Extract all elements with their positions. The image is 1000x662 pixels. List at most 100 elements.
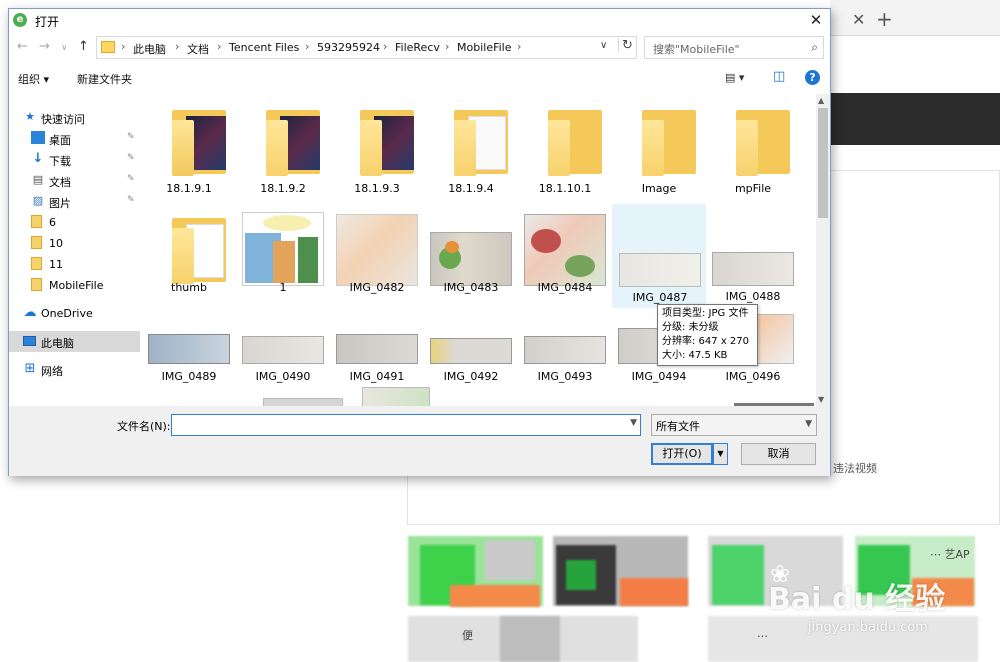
image-item[interactable]: IMG_0492 bbox=[424, 314, 518, 406]
scroll-up-icon[interactable]: ▲ bbox=[818, 96, 824, 105]
open-button[interactable]: 打开(O) bbox=[651, 443, 713, 465]
nav-item-label: 图片 bbox=[49, 197, 71, 210]
download-icon: ↓ bbox=[32, 151, 44, 166]
image-item[interactable]: IMG_0489 bbox=[142, 314, 236, 406]
nav-item-label: 11 bbox=[49, 258, 63, 271]
video-title-snippet-3: ⋯ 艺AP bbox=[930, 548, 970, 561]
tooltip-type: 项目类型: JPG 文件 bbox=[662, 308, 749, 319]
change-view-icon[interactable]: ▤ ▾ bbox=[725, 71, 744, 84]
partial-thumbnail bbox=[362, 387, 430, 406]
scrollbar-thumb[interactable] bbox=[818, 108, 828, 218]
nav-item-downloads[interactable]: ↓ 下载 ✎ bbox=[9, 149, 140, 170]
folder-icon bbox=[101, 41, 115, 53]
partial-thumbnail bbox=[263, 398, 343, 406]
star-icon: ★ bbox=[25, 110, 35, 123]
folder-item[interactable]: thumb bbox=[142, 212, 236, 312]
back-arrow-icon[interactable]: ← bbox=[17, 39, 28, 54]
address-dropdown-icon[interactable]: ∨ bbox=[600, 40, 607, 51]
network-icon: ⊞ bbox=[24, 361, 36, 376]
navigation-row: ← → ∨ ↑ › 此电脑 › 文档 › Tencent Files › 593… bbox=[9, 36, 830, 60]
nav-item-label: 6 bbox=[49, 216, 56, 229]
image-item[interactable]: IMG_0493 bbox=[518, 314, 612, 406]
nav-item-quick-access[interactable]: ★ 快速访问 bbox=[9, 107, 140, 128]
image-item[interactable]: IMG_0488 bbox=[706, 212, 800, 312]
file-type-value: 所有文件 bbox=[656, 420, 700, 433]
breadcrumb-separator: › bbox=[517, 40, 522, 53]
filename-input[interactable]: ▼ bbox=[171, 414, 641, 436]
breadcrumb-this-pc[interactable]: 此电脑 bbox=[133, 41, 166, 57]
image-item[interactable]: IMG_0487 bbox=[612, 204, 706, 308]
tab-close-icon[interactable]: ✕ bbox=[852, 10, 865, 29]
up-arrow-icon[interactable]: ↑ bbox=[78, 39, 89, 54]
breadcrumb-separator: › bbox=[445, 40, 450, 53]
pin-icon: ✎ bbox=[127, 174, 135, 184]
refresh-icon[interactable]: ↻ bbox=[618, 38, 636, 53]
open-options-dropdown[interactable]: ▼ bbox=[713, 443, 728, 465]
new-folder-button[interactable]: 新建文件夹 bbox=[77, 71, 132, 87]
nav-item-folder-10[interactable]: 10 bbox=[9, 233, 140, 254]
open-file-dialog: e 打开 ✕ ← → ∨ ↑ › 此电脑 › 文档 › Tencent File… bbox=[8, 8, 831, 476]
nav-item-desktop[interactable]: 桌面 ✎ bbox=[9, 128, 140, 149]
nav-item-label: 网络 bbox=[41, 365, 63, 378]
breadcrumb-qq-number[interactable]: 593295924 bbox=[317, 41, 380, 54]
nav-item-folder-11[interactable]: 11 bbox=[9, 254, 140, 275]
nav-item-label: 下载 bbox=[49, 155, 71, 168]
nav-item-label: MobileFile bbox=[49, 279, 104, 292]
folder-item[interactable]: 18.1.9.1 bbox=[142, 104, 236, 204]
nav-item-mobilefile[interactable]: MobileFile bbox=[9, 275, 140, 296]
help-icon[interactable]: ? bbox=[805, 70, 820, 85]
address-bar[interactable]: › 此电脑 › 文档 › Tencent Files › 593295924 ›… bbox=[96, 36, 637, 59]
report-link[interactable]: 违法视频 bbox=[833, 460, 877, 476]
pin-icon: ✎ bbox=[127, 132, 135, 142]
forward-arrow-icon[interactable]: → bbox=[39, 39, 50, 54]
search-icon[interactable]: ⌕ bbox=[811, 40, 818, 55]
nav-item-label: OneDrive bbox=[41, 307, 93, 320]
cancel-button[interactable]: 取消 bbox=[741, 443, 816, 465]
scroll-down-icon[interactable]: ▼ bbox=[818, 395, 824, 404]
nav-item-network[interactable]: ⊞ 网络 bbox=[9, 359, 140, 380]
breadcrumb-filerecv[interactable]: FileRecv bbox=[395, 41, 440, 54]
image-item[interactable]: 1 bbox=[236, 212, 330, 312]
filename-dropdown-icon[interactable]: ▼ bbox=[630, 418, 637, 428]
search-input[interactable]: 搜索"MobileFile" ⌕ bbox=[644, 36, 824, 59]
nav-item-label: 10 bbox=[49, 237, 63, 250]
breadcrumb-separator: › bbox=[217, 40, 222, 53]
file-list-scrollbar[interactable]: ▲ ▼ bbox=[816, 94, 830, 406]
preview-pane-icon[interactable]: ◫ bbox=[773, 69, 785, 84]
folder-item[interactable]: 18.1.9.2 bbox=[236, 104, 330, 204]
nav-item-documents[interactable]: ▤ 文档 ✎ bbox=[9, 170, 140, 191]
breadcrumb-documents[interactable]: 文档 bbox=[187, 41, 209, 57]
browser-app-icon: e bbox=[13, 13, 27, 27]
chevron-down-icon: ▼ bbox=[805, 419, 812, 429]
breadcrumb-tencent-files[interactable]: Tencent Files bbox=[229, 41, 299, 54]
new-tab-button[interactable]: + bbox=[876, 7, 893, 31]
nav-item-this-pc[interactable]: 此电脑 bbox=[9, 331, 140, 352]
nav-item-folder-6[interactable]: 6 bbox=[9, 212, 140, 233]
nav-item-onedrive[interactable]: ☁ OneDrive bbox=[9, 303, 140, 324]
recent-locations-icon[interactable]: ∨ bbox=[61, 43, 68, 53]
image-item[interactable]: IMG_0483 bbox=[424, 212, 518, 312]
command-bar: 组织 ▾ 新建文件夹 ▤ ▾ ◫ ? bbox=[9, 65, 830, 91]
video-title-snippet: 便 bbox=[462, 629, 473, 642]
breadcrumb-mobilefile[interactable]: MobileFile bbox=[457, 41, 512, 54]
folder-item[interactable]: mpFile bbox=[706, 104, 800, 204]
image-item[interactable]: IMG_0484 bbox=[518, 212, 612, 312]
organize-menu-button[interactable]: 组织 ▾ bbox=[18, 71, 49, 87]
folder-icon bbox=[31, 257, 42, 270]
nav-item-pictures[interactable]: ▨ 图片 ✎ bbox=[9, 191, 140, 212]
folder-item[interactable]: 18.1.9.4 bbox=[424, 104, 518, 204]
file-type-select[interactable]: 所有文件 ▼ bbox=[651, 414, 817, 436]
tooltip-size: 大小: 47.5 KB bbox=[662, 350, 728, 361]
folder-item[interactable]: 18.1.10.1 bbox=[518, 104, 612, 204]
file-list: 18.1.9.1 18.1.9.2 18.1.9.3 18.1.9.4 18.1… bbox=[142, 94, 815, 406]
dialog-close-button[interactable]: ✕ bbox=[802, 9, 830, 31]
folder-item[interactable]: Image bbox=[612, 104, 706, 204]
cloud-icon: ☁ bbox=[23, 305, 37, 320]
pin-icon: ✎ bbox=[127, 195, 135, 205]
dialog-title: 打开 bbox=[35, 15, 60, 29]
image-item[interactable]: IMG_0490 bbox=[236, 314, 330, 406]
dialog-titlebar: e 打开 ✕ bbox=[9, 9, 830, 32]
document-icon: ▤ bbox=[32, 173, 44, 186]
folder-item[interactable]: 18.1.9.3 bbox=[330, 104, 424, 204]
image-item[interactable]: IMG_0482 bbox=[330, 212, 424, 312]
